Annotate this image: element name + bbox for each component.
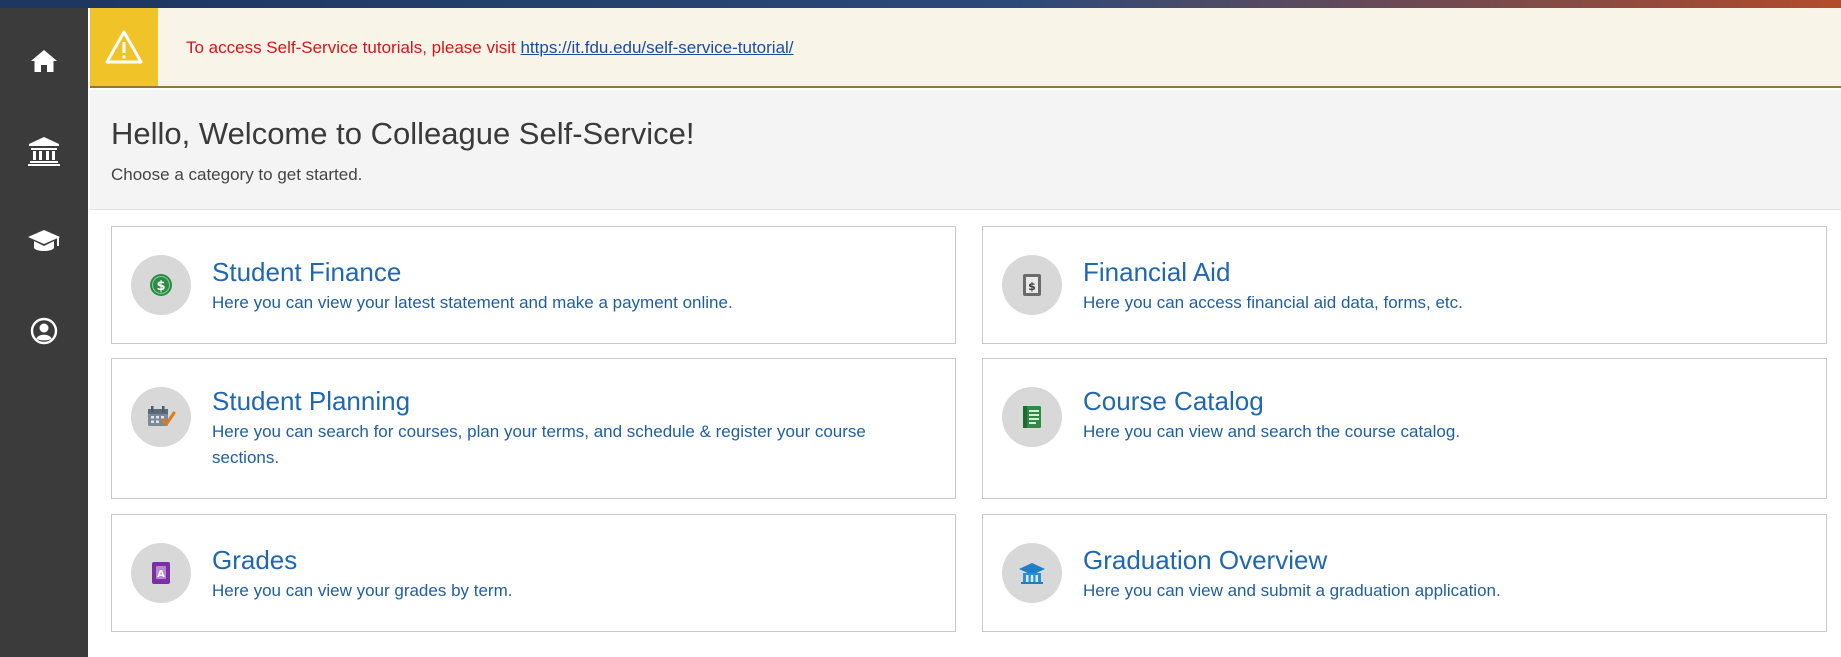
sidebar-nav [0, 8, 88, 657]
welcome-header: Hello, Welcome to Colleague Self-Service… [90, 90, 1841, 210]
dollar-coin-icon: $ [150, 274, 172, 296]
card-title: Grades [212, 545, 298, 575]
card-title: Student Finance [212, 257, 402, 287]
card-icon-circle: $ [1002, 255, 1062, 315]
user-circle-icon [30, 317, 58, 345]
card-icon-circle [1002, 387, 1062, 447]
category-card-course-catalog[interactable]: Course Catalog Here you can view and sea… [982, 358, 1827, 499]
category-card-student-finance[interactable]: $ Student Finance Here you can view your… [111, 226, 956, 344]
svg-text:$: $ [1028, 280, 1036, 293]
graduation-building-icon [1019, 563, 1045, 584]
category-card-student-planning[interactable]: Student Planning Here you can search for… [111, 358, 956, 499]
main-content: To access Self-Service tutorials, please… [88, 8, 1841, 657]
page-subtitle: Choose a category to get started. [111, 165, 363, 184]
alert-message-text: To access Self-Service tutorials, please… [186, 38, 521, 57]
warning-icon [105, 30, 143, 64]
card-title: Financial Aid [1083, 257, 1231, 287]
money-document-icon: $ [1023, 274, 1041, 296]
card-icon-circle: A [131, 543, 191, 603]
category-card-graduation-overview[interactable]: Graduation Overview Here you can view an… [982, 514, 1827, 632]
graduation-cap-icon [28, 230, 60, 251]
card-description: Here you can view and submit a graduatio… [1083, 581, 1501, 600]
grade-book-icon: A [152, 562, 170, 584]
card-icon-circle [1002, 543, 1062, 603]
category-card-financial-aid[interactable]: $ Financial Aid Here you can access fina… [982, 226, 1827, 344]
alert-icon-box [90, 8, 158, 86]
sidebar-item-academics[interactable] [0, 196, 88, 286]
tutorial-link[interactable]: https://it.fdu.edu/self-service-tutorial… [520, 38, 793, 57]
catalog-book-icon [1023, 406, 1041, 428]
tutorial-alert-banner: To access Self-Service tutorials, please… [90, 8, 1841, 88]
card-icon-circle: $ [131, 255, 191, 315]
calendar-check-icon [148, 406, 176, 426]
card-description: Here you can view and search the course … [1083, 422, 1461, 441]
self-service-home: To access Self-Service tutorials, please… [0, 0, 1841, 657]
sidebar-item-profile[interactable] [0, 286, 88, 376]
page-title: Hello, Welcome to Colleague Self-Service… [111, 116, 695, 151]
card-icon-circle [131, 387, 191, 447]
category-card-grades[interactable]: A Grades Here you can view your grades b… [111, 514, 956, 632]
sidebar-item-home[interactable] [0, 16, 88, 106]
card-description: Here you can access financial aid data, … [1083, 293, 1463, 312]
card-description: Here you can view your grades by term. [212, 581, 513, 600]
svg-text:A: A [157, 569, 165, 580]
card-title: Course Catalog [1083, 386, 1264, 416]
sidebar-item-finance[interactable] [0, 106, 88, 196]
card-description: Here you can view your latest statement … [212, 293, 733, 312]
card-title: Student Planning [212, 386, 411, 416]
alert-message: To access Self-Service tutorials, please… [186, 38, 794, 58]
category-grid: $ Student Finance Here you can view your… [111, 226, 1827, 646]
card-description: Here you can search for courses, plan yo… [212, 422, 866, 467]
svg-text:$: $ [156, 279, 165, 294]
home-icon [31, 50, 57, 72]
card-title: Graduation Overview [1083, 545, 1328, 575]
top-accent-bar [0, 0, 1841, 8]
bank-icon [28, 137, 60, 166]
